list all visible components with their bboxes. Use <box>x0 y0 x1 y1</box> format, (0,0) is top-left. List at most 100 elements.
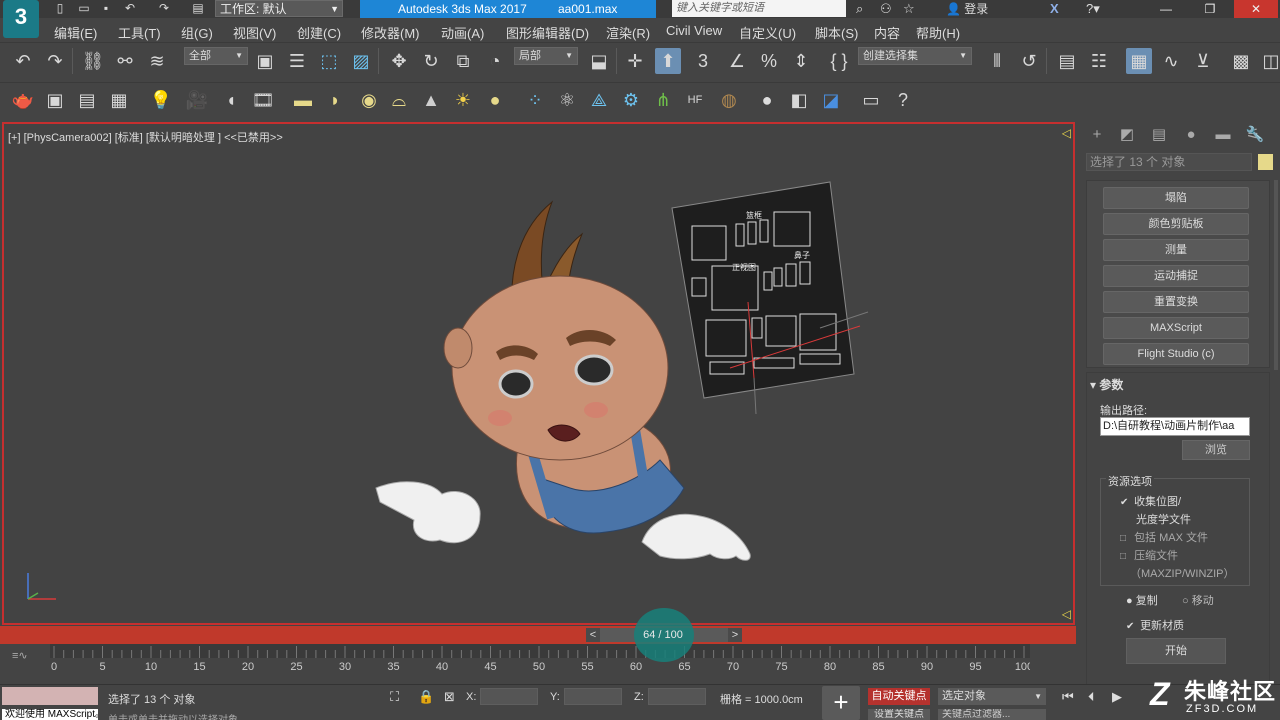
layer-explorer-icon[interactable]: ☷ <box>1086 48 1112 74</box>
help-icon[interactable]: ? <box>890 87 916 113</box>
unlink-icon[interactable]: ⚯ <box>112 48 138 74</box>
redo-icon[interactable]: ↷ <box>42 48 68 74</box>
minimize-button[interactable]: — <box>1144 0 1188 18</box>
motion-tab-icon[interactable]: ● <box>1180 124 1202 146</box>
create-tab-icon[interactable]: + <box>1086 124 1108 146</box>
mirror-icon[interactable]: ⫴ <box>984 48 1010 74</box>
output-path-field[interactable]: D:\自研教程\动画片制作\aa <box>1100 417 1250 436</box>
update-materials-checkbox[interactable]: ✔ 更新材质 <box>1126 617 1184 633</box>
new-file-icon[interactable]: ▯ <box>52 1 68 15</box>
hierarchy-tab-icon[interactable]: ▤ <box>1148 124 1170 146</box>
cone-icon[interactable]: ▲ <box>418 87 444 113</box>
align-icon[interactable]: ↺ <box>1016 48 1042 74</box>
binoculars-icon[interactable]: ⌕ <box>856 0 863 18</box>
parameters-rollout-header[interactable]: ▾ 参数 <box>1090 376 1123 393</box>
disc-icon[interactable]: ◉ <box>356 87 382 113</box>
select-by-name-icon[interactable]: ☰ <box>284 48 310 74</box>
render-setup-panel-icon[interactable]: ▦ <box>106 87 132 113</box>
flight-studio-button[interactable]: Flight Studio (c) <box>1103 343 1249 365</box>
menu-customize[interactable]: 自定义(U) <box>739 23 796 42</box>
render-window-icon[interactable]: ▭ <box>858 87 884 113</box>
scene-explorer-icon[interactable]: ▤ <box>1054 48 1080 74</box>
angle-snap-icon[interactable]: ∠ <box>724 48 750 74</box>
goto-start-icon[interactable]: ⏮ <box>1062 689 1074 705</box>
keyboard-shortcut-override-icon[interactable]: ⬆ <box>655 48 681 74</box>
sun-icon[interactable]: ☀ <box>450 87 476 113</box>
y-coordinate-field[interactable] <box>564 688 622 705</box>
rectangular-selection-icon[interactable]: ⬚ <box>316 48 342 74</box>
menu-edit[interactable]: 编辑(E) <box>54 23 97 42</box>
time-slider-next-button[interactable]: > <box>728 628 742 642</box>
measure-button[interactable]: 测量 <box>1103 239 1249 261</box>
percent-snap-icon[interactable]: % <box>756 48 782 74</box>
material-sphere-icon[interactable]: ● <box>754 87 780 113</box>
toggle-ribbon-icon[interactable]: ▦ <box>1126 48 1152 74</box>
render-frame-icon[interactable]: ▣ <box>42 87 68 113</box>
lock-icon[interactable]: 🔒 <box>418 689 434 705</box>
sphere-icon[interactable]: ● <box>482 87 508 113</box>
menu-views[interactable]: 视图(V) <box>233 23 276 42</box>
cartoon-character-model[interactable] <box>370 198 780 568</box>
particle-grid-icon[interactable]: ⁘ <box>522 87 548 113</box>
menu-scripting[interactable]: 脚本(S) <box>815 23 858 42</box>
edit-named-selection-icon[interactable]: { } <box>826 48 852 74</box>
hair-fur-icon[interactable]: HF <box>682 87 708 113</box>
sound-icon[interactable]: ◖ <box>218 87 244 113</box>
plane-icon[interactable]: ▬ <box>290 87 316 113</box>
video-post-icon[interactable]: 🎞 <box>250 87 276 113</box>
search-input[interactable]: 键入关键字或短语 <box>672 0 846 17</box>
named-selection-set-dropdown[interactable]: 创建选择集 ▼ <box>858 47 972 65</box>
undo-icon[interactable]: ↶ <box>10 48 36 74</box>
molecule-icon[interactable]: ⚛ <box>554 87 580 113</box>
time-slider-value[interactable]: 64 / 100 <box>640 629 686 641</box>
snaps-toggle-icon[interactable]: 3 <box>690 48 716 74</box>
compress-files-checkbox[interactable]: □ 压缩文件 <box>1120 547 1178 563</box>
bind-spacewarp-icon[interactable]: ≋ <box>144 48 170 74</box>
grass-icon[interactable]: ⋔ <box>650 87 676 113</box>
collapse-button[interactable]: 塌陷 <box>1103 187 1249 209</box>
x-coordinate-field[interactable] <box>480 688 538 705</box>
material-editor-icon[interactable]: ▩ <box>1228 48 1254 74</box>
light-icon[interactable]: 💡 <box>148 87 174 113</box>
copy-radio[interactable]: ● 复制 <box>1126 592 1158 608</box>
exchange-icon[interactable]: X <box>1050 0 1059 18</box>
place-icon[interactable]: ◔ <box>482 48 508 74</box>
teapot-icon[interactable]: 🫖 <box>10 87 36 113</box>
set-key-button[interactable]: + <box>822 686 860 720</box>
help-icon[interactable]: ?▾ <box>1086 0 1100 18</box>
menu-graph-editors[interactable]: 图形编辑器(D) <box>506 23 589 42</box>
selection-name-field[interactable]: 选择了 13 个 对象 <box>1086 153 1252 171</box>
workspace-dropdown[interactable]: 工作区: 默认 ▼ <box>215 0 343 17</box>
close-button[interactable]: ✕ <box>1234 0 1278 18</box>
window-crossing-icon[interactable]: ▨ <box>348 48 374 74</box>
maximize-button[interactable]: ❐ <box>1188 0 1232 18</box>
track-bar[interactable]: ≡∿ 0 5 10 15 20 25 30 35 40 45 50 55 60 65 70 75 80 85 90 9… <box>0 644 1076 684</box>
pivot-center-icon[interactable]: ⬓ <box>586 48 612 74</box>
menu-rendering[interactable]: 渲染(R) <box>606 23 650 42</box>
hemisphere-icon[interactable]: ◗ <box>322 87 348 113</box>
key-filters-button[interactable]: 关键点过滤器... <box>938 709 1046 720</box>
command-panel-scrollbar[interactable] <box>1274 180 1278 370</box>
key-selection-dropdown[interactable]: 选定对象 ▼ <box>938 688 1046 705</box>
redo-icon[interactable]: ↷ <box>156 1 172 15</box>
frame-ruler[interactable]: 0 5 10 15 20 25 30 35 40 45 50 55 60 65 70 75 80 85 90 95 10… <box>50 644 1030 682</box>
viewport-camera[interactable]: [+] [PhysCamera002] [标准] [默认明暗处理 ] <<已禁用… <box>2 122 1075 625</box>
menu-help[interactable]: 帮助(H) <box>916 23 960 42</box>
maxscript-button[interactable]: MAXScript <box>1103 317 1249 339</box>
pyramid-icon[interactable]: ⟁ <box>586 87 612 113</box>
select-manipulate-icon[interactable]: ✛ <box>622 48 648 74</box>
network-icon[interactable]: ⚇ <box>880 0 892 18</box>
maxscript-listener-input[interactable] <box>2 687 98 705</box>
render-setup-icon[interactable]: ◫ <box>1258 48 1280 74</box>
set-key-mode-button[interactable]: 设置关键点 <box>868 709 930 720</box>
menu-civil-view[interactable]: Civil View <box>666 23 722 38</box>
menu-group[interactable]: 组(G) <box>181 23 213 42</box>
login-button[interactable]: 👤 登录 <box>946 0 988 18</box>
viewport-label[interactable]: [+] [PhysCamera002] [标准] [默认明暗处理 ] <<已禁用… <box>8 129 283 145</box>
project-folder-icon[interactable]: ▤ <box>190 1 206 15</box>
menu-animation[interactable]: 动画(A) <box>441 23 484 42</box>
color-clipboard-button[interactable]: 颜色剪贴板 <box>1103 213 1249 235</box>
rotate-icon[interactable]: ↻ <box>418 48 444 74</box>
browse-button[interactable]: 浏览 <box>1182 440 1250 460</box>
link-icon[interactable]: ⛓ <box>80 48 106 74</box>
